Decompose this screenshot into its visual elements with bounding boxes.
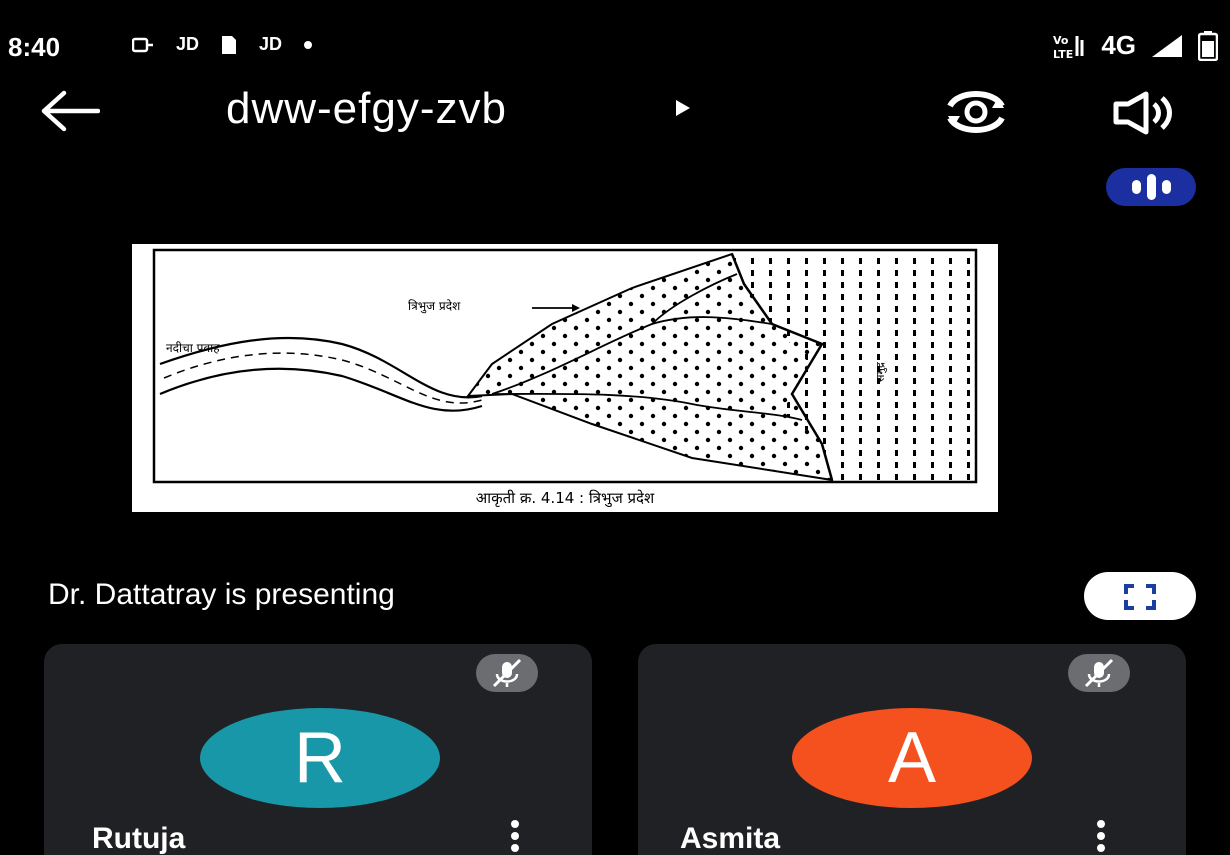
- svg-text:Vo: Vo: [1053, 34, 1069, 47]
- more-options-icon[interactable]: [510, 820, 520, 855]
- meet-screen: 8:40 JD JD Vo LTE 4G dww-efgy-zvb नदीचा …: [0, 0, 1230, 855]
- delta-label: त्रिभुज प्रदेश: [408, 299, 461, 314]
- network-type: 4G: [1101, 30, 1136, 60]
- avatar: A: [792, 708, 1032, 808]
- status-right-icons: Vo LTE 4G: [1053, 30, 1218, 61]
- sea-label: समुद्र: [874, 362, 887, 382]
- status-left-icons: JD JD: [132, 34, 313, 55]
- volte-icon: VoLTE: [1053, 34, 1084, 60]
- document-icon: [222, 35, 237, 54]
- hotspot-icon: [132, 37, 153, 52]
- mic-off-icon: [1068, 654, 1130, 692]
- jio-icon: JD: [176, 34, 200, 54]
- meeting-toolbar: dww-efgy-zvb: [0, 80, 1230, 144]
- slide-caption: आकृती क्र. 4.14 : त्रिभुज प्रदेश: [475, 489, 655, 507]
- participant-name: Asmita: [680, 822, 781, 855]
- mic-off-icon: [476, 654, 538, 692]
- meeting-code[interactable]: dww-efgy-zvb: [226, 84, 507, 134]
- river-label: नदीचा प्रवाह: [166, 341, 220, 355]
- play-triangle-icon[interactable]: [676, 100, 690, 116]
- shared-screen: नदीचा प्रवाह त्रिभुज प्रदेश समुद्र आकृती…: [132, 244, 998, 512]
- delta-diagram: नदीचा प्रवाह त्रिभुज प्रदेश समुद्र: [152, 248, 978, 484]
- audio-bars-icon: [1106, 168, 1196, 206]
- avatar: R: [200, 708, 440, 808]
- more-options-icon[interactable]: [1096, 820, 1106, 855]
- presenting-status: Dr. Dattatray is presenting: [48, 578, 395, 611]
- switch-camera-icon[interactable]: [940, 86, 1012, 138]
- battery-icon: [1198, 30, 1218, 61]
- fullscreen-button[interactable]: [1084, 572, 1196, 620]
- participant-name: Rutuja: [92, 822, 186, 855]
- fullscreen-icon: [1124, 584, 1156, 610]
- signal-icon: [1152, 34, 1182, 57]
- back-arrow-icon[interactable]: [40, 88, 100, 134]
- dot-icon: [304, 40, 313, 49]
- participant-tile-rutuja[interactable]: R Rutuja: [44, 644, 592, 855]
- participant-tile-asmita[interactable]: A Asmita: [638, 644, 1186, 855]
- speaker-icon[interactable]: [1110, 90, 1180, 136]
- status-time: 8:40: [8, 32, 61, 62]
- svg-text:LTE: LTE: [1053, 48, 1073, 60]
- jio-icon: JD: [259, 34, 283, 54]
- status-bar: 8:40 JD JD Vo LTE 4G: [0, 24, 1230, 68]
